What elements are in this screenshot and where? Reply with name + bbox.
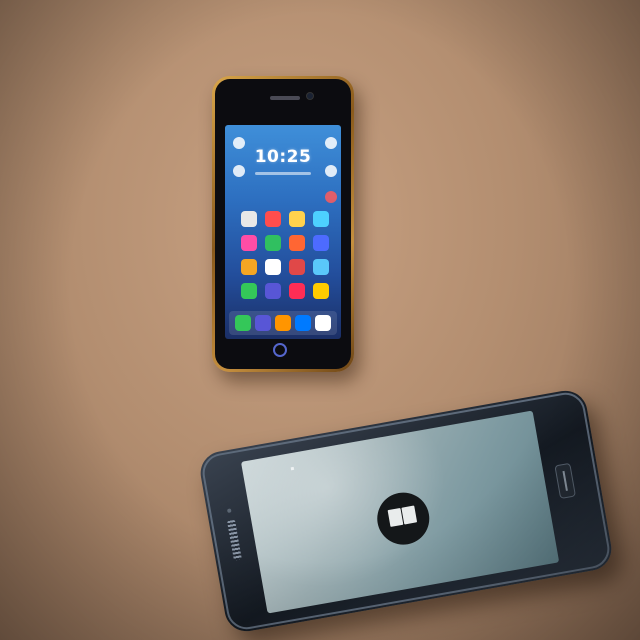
dock-app-icon[interactable] <box>235 315 251 331</box>
widget-dot-icon[interactable] <box>325 191 337 203</box>
dock-app-icon[interactable] <box>315 315 331 331</box>
app-icon[interactable] <box>241 235 257 251</box>
phone-body: 10:25 <box>215 79 351 369</box>
dock-app-icon[interactable] <box>295 315 311 331</box>
dock-app-icon[interactable] <box>275 315 291 331</box>
app-icon[interactable] <box>313 235 329 251</box>
app-icon[interactable] <box>241 211 257 227</box>
app-icon[interactable] <box>241 259 257 275</box>
status-indicator <box>290 466 295 471</box>
clock-widget: 10:25 <box>254 147 312 167</box>
app-icon[interactable] <box>265 211 281 227</box>
tabletop-scene: 10:25 <box>0 0 640 640</box>
app-icon[interactable] <box>313 211 329 227</box>
logo-square-right <box>401 505 418 525</box>
app-icon[interactable] <box>289 283 305 299</box>
app-icon[interactable] <box>313 283 329 299</box>
widget-dot-icon[interactable] <box>233 137 245 149</box>
widget-dot-icon[interactable] <box>325 137 337 149</box>
app-icon[interactable] <box>289 259 305 275</box>
home-button-indicator <box>562 470 568 491</box>
date-text-bar <box>255 172 311 175</box>
home-screen[interactable]: 10:25 <box>225 125 341 339</box>
widget-dot-icon[interactable] <box>233 165 245 177</box>
app-icon[interactable] <box>289 211 305 227</box>
app-icon[interactable] <box>313 259 329 275</box>
smartphone-upright: 10:25 <box>212 76 354 372</box>
app-icon[interactable] <box>265 259 281 275</box>
dock-app-icon[interactable] <box>255 315 271 331</box>
app-icon[interactable] <box>265 235 281 251</box>
app-icon[interactable] <box>289 235 305 251</box>
front-camera-icon <box>307 93 313 99</box>
app-icon[interactable] <box>241 283 257 299</box>
home-button[interactable] <box>273 343 287 357</box>
earpiece-speaker <box>270 96 300 100</box>
app-icon[interactable] <box>265 283 281 299</box>
widget-dot-icon[interactable] <box>325 165 337 177</box>
smartphone-tilted <box>197 387 615 635</box>
